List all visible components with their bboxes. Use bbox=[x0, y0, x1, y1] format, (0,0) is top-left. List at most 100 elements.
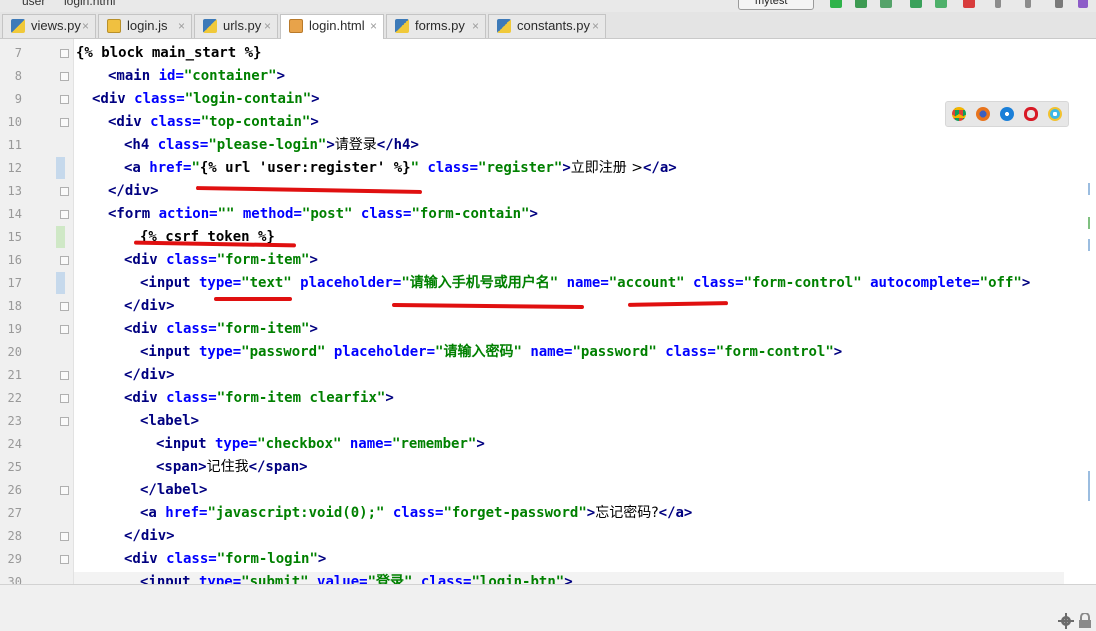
coverage-icon[interactable] bbox=[880, 0, 892, 8]
tab-label: urls.py bbox=[223, 18, 262, 33]
breadcrumb-file[interactable]: login.html bbox=[64, 0, 115, 8]
code-line: </div> bbox=[124, 298, 175, 314]
tab-forms-py[interactable]: forms.py × bbox=[386, 14, 486, 38]
line-number: 17 bbox=[7, 276, 22, 290]
change-marker bbox=[56, 157, 65, 179]
line-number: 11 bbox=[7, 138, 22, 152]
firefox-icon[interactable] bbox=[976, 107, 990, 121]
line-number: 9 bbox=[14, 92, 22, 106]
code-line: <div class="top-contain"> bbox=[108, 114, 319, 130]
tab-label: login.js bbox=[127, 18, 168, 33]
code-line: <input type="checkbox" name="remember"> bbox=[156, 436, 485, 452]
fold-marker[interactable] bbox=[60, 118, 69, 127]
fold-marker[interactable] bbox=[60, 49, 69, 58]
vcs-commit-icon[interactable] bbox=[1025, 0, 1031, 8]
python-file-icon bbox=[497, 19, 511, 33]
close-icon[interactable]: × bbox=[472, 15, 479, 37]
code-line: <div class="login-contain"> bbox=[92, 91, 320, 107]
python-file-icon bbox=[203, 19, 217, 33]
code-line: <a href="javascript:void(0);" class="for… bbox=[140, 505, 693, 521]
code-line: <form action="" method="post" class="for… bbox=[108, 206, 538, 222]
line-number: 12 bbox=[7, 161, 22, 175]
line-number: 10 bbox=[7, 115, 22, 129]
code-line: <div class="form-item"> bbox=[124, 321, 318, 337]
line-number: 19 bbox=[7, 322, 22, 336]
vcs-update-icon[interactable] bbox=[995, 0, 1001, 8]
chrome-icon[interactable] bbox=[952, 107, 966, 121]
code-editor[interactable]: 7 8 9 10 11 12 13 14 15 16 17 18 19 20 2… bbox=[0, 39, 1096, 584]
tab-label: constants.py bbox=[517, 18, 590, 33]
line-number: 30 bbox=[7, 575, 22, 584]
safari-icon[interactable] bbox=[1000, 107, 1014, 121]
line-number: 14 bbox=[7, 207, 22, 221]
line-number: 16 bbox=[7, 253, 22, 267]
close-icon[interactable]: × bbox=[370, 15, 377, 37]
fold-marker[interactable] bbox=[60, 371, 69, 380]
plugin-icon[interactable] bbox=[1078, 0, 1088, 8]
code-line: <label> bbox=[140, 413, 200, 429]
line-number: 7 bbox=[14, 46, 22, 60]
tab-constants-py[interactable]: constants.py × bbox=[488, 14, 606, 38]
close-icon[interactable]: × bbox=[264, 15, 271, 37]
scroll-marker[interactable] bbox=[1088, 183, 1090, 195]
annotation-underline bbox=[195, 186, 423, 194]
lock-icon[interactable] bbox=[1078, 613, 1092, 629]
line-number: 8 bbox=[14, 69, 22, 83]
close-icon[interactable]: × bbox=[178, 15, 185, 37]
line-number: 28 bbox=[7, 529, 22, 543]
python-file-icon bbox=[395, 19, 409, 33]
code-line: </div> bbox=[124, 367, 175, 383]
run-icon[interactable] bbox=[830, 0, 842, 8]
code-line: <div class="form-login"> bbox=[124, 551, 327, 567]
profile-icon[interactable] bbox=[910, 0, 922, 8]
change-marker bbox=[56, 272, 65, 294]
fold-marker[interactable] bbox=[60, 210, 69, 219]
tab-views-py[interactable]: views.py × bbox=[2, 14, 96, 38]
close-icon[interactable]: × bbox=[82, 15, 89, 37]
fold-marker[interactable] bbox=[60, 417, 69, 426]
html-file-icon bbox=[289, 19, 303, 33]
change-marker bbox=[56, 226, 65, 248]
fold-marker[interactable] bbox=[60, 302, 69, 311]
tab-login-html[interactable]: login.html × bbox=[280, 14, 384, 39]
fold-marker[interactable] bbox=[60, 486, 69, 495]
annotation-underline bbox=[391, 302, 585, 310]
gear-icon[interactable] bbox=[1058, 613, 1074, 629]
code-line: <input type="submit" value="登录" class="l… bbox=[140, 574, 573, 584]
fold-marker[interactable] bbox=[60, 532, 69, 541]
stop-icon[interactable] bbox=[963, 0, 975, 8]
scroll-marker[interactable] bbox=[1088, 217, 1090, 229]
line-number: 20 bbox=[7, 345, 22, 359]
fold-marker[interactable] bbox=[60, 256, 69, 265]
breadcrumb-user[interactable]: user bbox=[22, 0, 45, 8]
tab-login-js[interactable]: login.js × bbox=[98, 14, 192, 38]
line-number: 22 bbox=[7, 391, 22, 405]
line-number: 29 bbox=[7, 552, 22, 566]
run-config-label: mytest bbox=[755, 0, 788, 7]
annotation-underline bbox=[214, 297, 292, 301]
line-number: 24 bbox=[7, 437, 22, 451]
ie-icon[interactable] bbox=[1048, 107, 1062, 121]
close-icon[interactable]: × bbox=[592, 15, 599, 37]
settings-tool-icon[interactable] bbox=[1055, 0, 1063, 8]
tab-urls-py[interactable]: urls.py × bbox=[194, 14, 278, 38]
line-gutter: 7 8 9 10 11 12 13 14 15 16 17 18 19 20 2… bbox=[0, 39, 74, 584]
fold-marker[interactable] bbox=[60, 95, 69, 104]
step-icon[interactable] bbox=[935, 0, 947, 8]
debug-icon[interactable] bbox=[855, 0, 867, 8]
fold-marker[interactable] bbox=[60, 394, 69, 403]
fold-marker[interactable] bbox=[60, 555, 69, 564]
opera-icon[interactable] bbox=[1024, 107, 1038, 121]
browser-preview-bar bbox=[945, 101, 1069, 127]
fold-marker[interactable] bbox=[60, 72, 69, 81]
tab-label: views.py bbox=[31, 18, 81, 33]
fold-marker[interactable] bbox=[60, 187, 69, 196]
scroll-marker[interactable] bbox=[1088, 471, 1090, 501]
fold-marker[interactable] bbox=[60, 325, 69, 334]
scroll-marker[interactable] bbox=[1088, 239, 1090, 251]
line-number: 21 bbox=[7, 368, 22, 382]
code-line: <h4 class="please-login">请登录</h4> bbox=[124, 137, 419, 153]
code-line: <div class="form-item"> bbox=[124, 252, 318, 268]
run-config-select[interactable]: mytest bbox=[738, 0, 814, 10]
javascript-file-icon bbox=[107, 19, 121, 33]
